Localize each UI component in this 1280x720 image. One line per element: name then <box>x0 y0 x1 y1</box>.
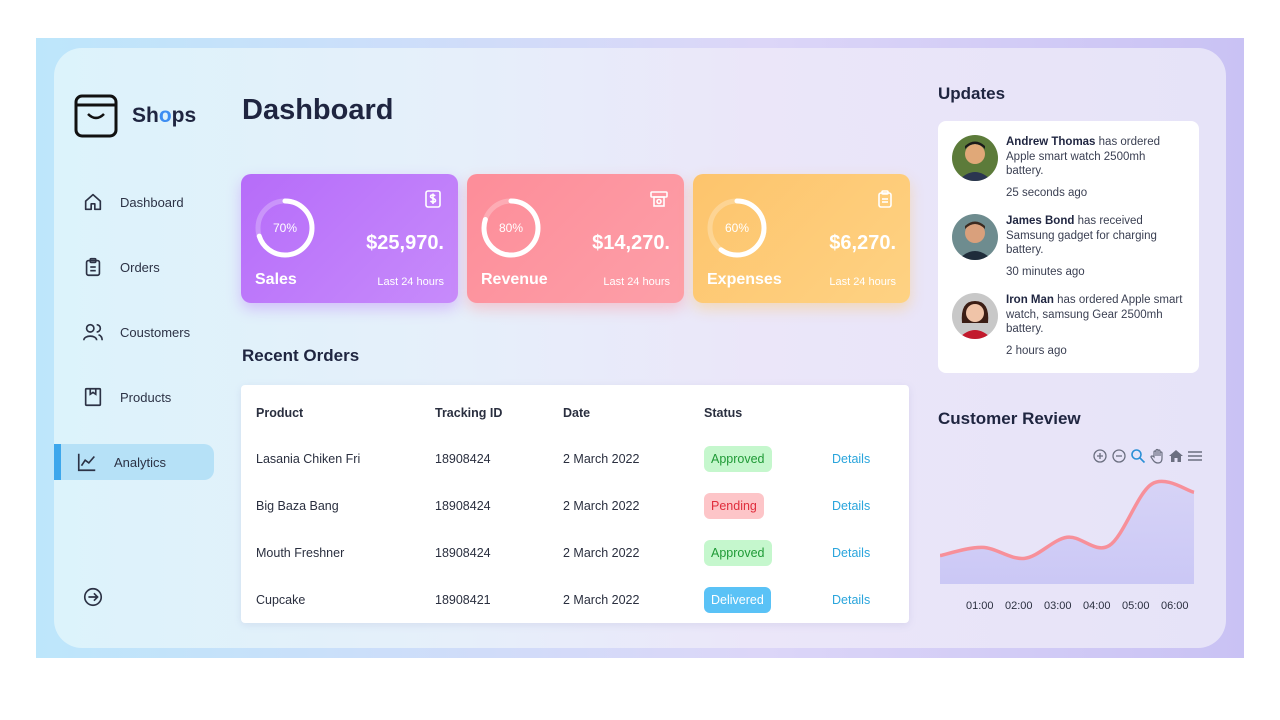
home-icon <box>84 193 102 211</box>
table-row: Cupcake 18908421 2 March 2022 Delivered … <box>241 576 909 623</box>
date-cell: 2 March 2022 <box>563 545 640 560</box>
column-header-status: Status <box>704 406 743 420</box>
chart-line-icon <box>77 453 96 472</box>
stat-name: Revenue <box>481 271 548 288</box>
product-cell: Big Baza Bang <box>256 498 339 513</box>
details-link[interactable]: Details <box>832 546 870 560</box>
stat-card-expenses[interactable]: 60% $6,270. Expenses Last 24 hours <box>693 174 910 303</box>
percent-label: 80% <box>498 221 524 235</box>
stat-name: Expenses <box>707 271 782 288</box>
updates-panel: Andrew Thomas has ordered Apple smart wa… <box>938 121 1199 373</box>
percent-label: 70% <box>272 221 298 235</box>
logout-icon[interactable] <box>82 586 104 608</box>
date-cell: 2 March 2022 <box>563 498 640 513</box>
brand-name: Shops <box>132 104 197 127</box>
status-badge: Approved <box>704 539 772 566</box>
sidebar-item-label: Dashboard <box>120 194 184 210</box>
update-time: 2 hours ago <box>1006 344 1067 357</box>
date-cell: 2 March 2022 <box>563 592 640 607</box>
tracking-cell: 18908421 <box>435 592 491 607</box>
x-tick-label: 05:00 <box>1122 600 1150 612</box>
x-tick-label: 06:00 <box>1161 600 1189 612</box>
sidebar-item-analytics[interactable]: Analytics <box>54 444 214 480</box>
percent-label: 60% <box>724 221 750 235</box>
tracking-cell: 18908424 <box>435 498 491 513</box>
column-header-date: Date <box>563 406 591 420</box>
sidebar-item-products[interactable]: Products <box>54 379 214 415</box>
avatar <box>952 214 998 260</box>
date-cell: 2 March 2022 <box>563 451 640 466</box>
page-title: Dashboard <box>242 94 394 126</box>
update-text: James Bond has received Samsung gadget f… <box>1006 214 1186 279</box>
table-header-row: Product Tracking ID Date Status <box>241 385 909 435</box>
stats-row: 70% $25,970. Sales Last 24 hours 80% $14… <box>241 174 910 303</box>
update-text: Andrew Thomas has ordered Apple smart wa… <box>1006 135 1186 200</box>
update-time: 25 seconds ago <box>1006 186 1088 199</box>
atm-icon <box>650 191 668 207</box>
stat-card-sales[interactable]: 70% $25,970. Sales Last 24 hours <box>241 174 458 303</box>
product-cell: Cupcake <box>256 592 306 607</box>
updates-title: Updates <box>938 84 1006 103</box>
x-tick-label: 03:00 <box>1044 600 1072 612</box>
sidebar-item-customers[interactable]: Coustomers <box>54 314 214 350</box>
sidebar-item-label: Orders <box>120 259 160 275</box>
shopping-bag-icon <box>74 94 118 138</box>
stat-period: Last 24 hours <box>603 276 670 288</box>
details-link[interactable]: Details <box>832 499 870 513</box>
customer-review-title: Customer Review <box>938 409 1081 428</box>
sidebar-nav: Dashboard Orders Coustomers Products Ana… <box>54 184 214 509</box>
status-badge: Delivered <box>704 586 771 613</box>
app-window: Shops Dashboard Orders Coustomers Produc… <box>54 48 1226 648</box>
table-row: Big Baza Bang 18908424 2 March 2022 Pend… <box>241 482 909 529</box>
x-axis: 01:00 02:00 03:00 04:00 05:00 06:00 <box>966 600 1200 612</box>
recent-orders-title: Recent Orders <box>242 346 360 365</box>
sidebar-item-label: Analytics <box>114 454 167 470</box>
tracking-cell: 18908424 <box>435 545 491 560</box>
details-link[interactable]: Details <box>832 452 870 466</box>
clipboard-icon <box>878 190 892 208</box>
status-badge: Approved <box>704 445 772 472</box>
table-row: Mouth Freshner 18908424 2 March 2022 App… <box>241 529 909 576</box>
avatar <box>952 135 998 181</box>
x-tick-label: 04:00 <box>1083 600 1111 612</box>
brand-logo[interactable]: Shops <box>74 94 196 138</box>
sidebar-item-dashboard[interactable]: Dashboard <box>54 184 214 220</box>
app-frame: Shops Dashboard Orders Coustomers Produc… <box>36 38 1244 658</box>
table-row: Lasania Chiken Fri 18908424 2 March 2022… <box>241 435 909 482</box>
column-header-actions <box>832 385 909 435</box>
x-tick-label: 02:00 <box>1005 600 1033 612</box>
update-text: Iron Man has ordered Apple smart watch, … <box>1006 293 1186 358</box>
tracking-cell: 18908424 <box>435 451 491 466</box>
area-chart-plot <box>940 479 1195 584</box>
details-link[interactable]: Details <box>832 593 870 607</box>
stat-name: Sales <box>255 271 297 288</box>
sidebar-item-label: Coustomers <box>120 324 191 340</box>
dollar-icon <box>425 190 441 208</box>
status-badge: Pending <box>704 492 764 519</box>
orders-table: Product Tracking ID Date Status Lasania … <box>241 385 909 623</box>
x-tick-label: 01:00 <box>966 600 994 612</box>
box-icon <box>84 387 102 407</box>
area-fill <box>940 481 1194 584</box>
product-cell: Mouth Freshner <box>256 545 345 560</box>
update-time: 30 minutes ago <box>1006 265 1085 278</box>
sidebar-item-orders[interactable]: Orders <box>54 249 214 285</box>
product-cell: Lasania Chiken Fri <box>256 451 361 466</box>
customer-review-chart: 01:00 02:00 03:00 04:00 05:00 06:00 <box>940 444 1208 614</box>
avatar <box>952 293 998 339</box>
column-header-product: Product <box>256 406 304 420</box>
stat-card-revenue[interactable]: 80% $14,270. Revenue Last 24 hours <box>467 174 684 303</box>
stat-value: $6,270. <box>829 232 896 254</box>
column-header-tracking: Tracking ID <box>435 406 503 420</box>
stat-value: $25,970. <box>366 232 444 254</box>
sidebar-item-label: Products <box>120 389 172 405</box>
clipboard-icon <box>85 257 101 277</box>
stat-period: Last 24 hours <box>829 276 896 288</box>
stat-period: Last 24 hours <box>377 276 444 288</box>
stat-value: $14,270. <box>592 232 670 254</box>
users-icon <box>83 323 103 341</box>
